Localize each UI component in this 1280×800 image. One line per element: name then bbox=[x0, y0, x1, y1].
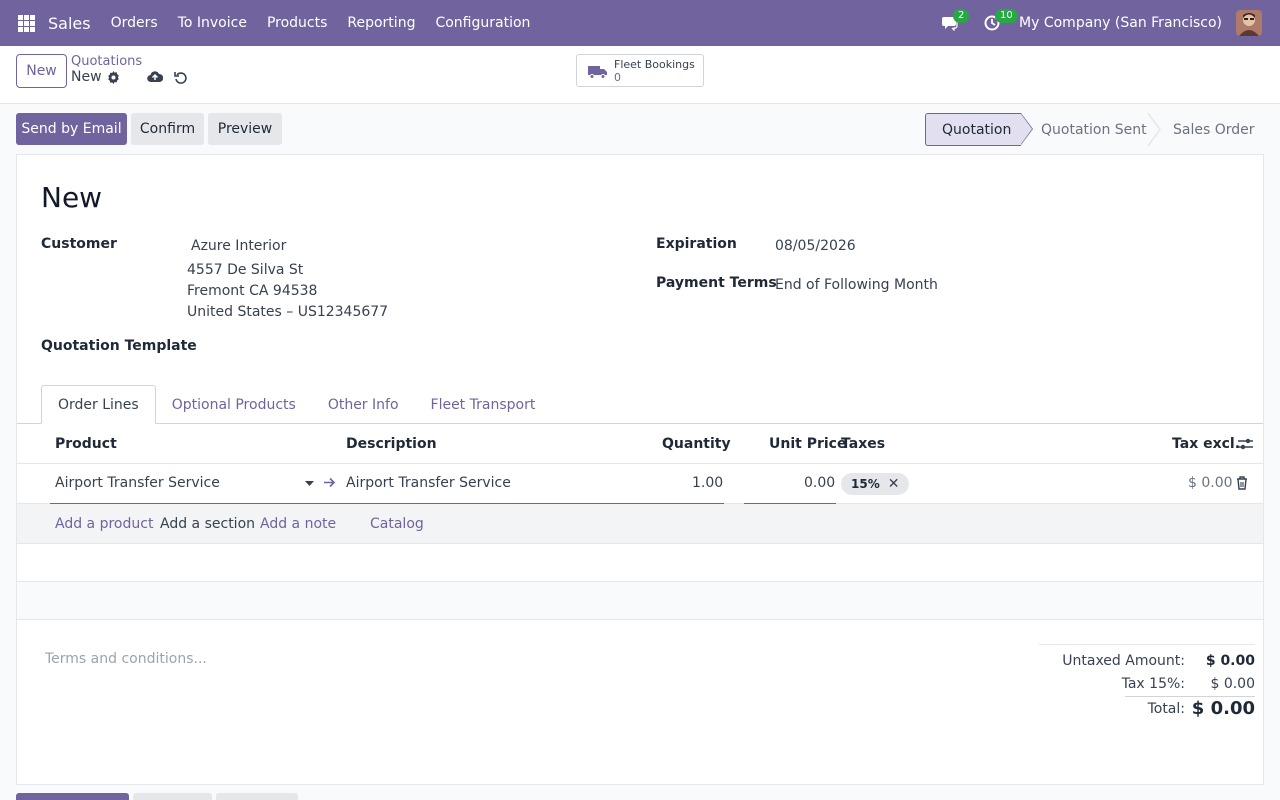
payment-terms-label: Payment Terms bbox=[656, 275, 777, 291]
stage-sales-order[interactable]: Sales Order bbox=[1151, 113, 1267, 146]
menu-item-configuration[interactable]: Configuration bbox=[425, 15, 540, 31]
remove-tax-icon[interactable]: ✕ bbox=[888, 476, 900, 492]
menu-item-orders[interactable]: Orders bbox=[101, 15, 168, 31]
totals-divider bbox=[1125, 696, 1255, 697]
column-tax-excl[interactable]: Tax excl. bbox=[1172, 436, 1240, 452]
fleet-bookings-button[interactable]: Fleet Bookings 0 bbox=[576, 54, 704, 87]
column-quantity[interactable]: Quantity bbox=[662, 436, 731, 452]
row-subtotal: $ 0.00 bbox=[1188, 475, 1233, 491]
trash-icon[interactable] bbox=[1236, 476, 1248, 490]
customer-address-line3: United States – US12345677 bbox=[187, 304, 389, 320]
expiration-field[interactable]: 08/05/2026 bbox=[775, 238, 856, 254]
untaxed-value: $ 0.00 bbox=[1205, 653, 1255, 669]
arrow-right-icon[interactable] bbox=[324, 477, 336, 488]
row-quantity-field[interactable]: 1.00 bbox=[692, 475, 723, 491]
app-name[interactable]: Sales bbox=[48, 14, 91, 33]
empty-row bbox=[17, 582, 1263, 620]
untaxed-label: Untaxed Amount: bbox=[1062, 653, 1185, 669]
messages-badge: 2 bbox=[953, 9, 970, 23]
add-product-link[interactable]: Add a product bbox=[55, 516, 153, 532]
tab-fleet-transport[interactable]: Fleet Transport bbox=[415, 385, 552, 424]
tax-value: $ 0.00 bbox=[1210, 676, 1255, 692]
bottom-secondary-button[interactable] bbox=[133, 793, 212, 800]
stage-quotation[interactable]: Quotation bbox=[925, 113, 1033, 146]
table-row[interactable]: Airport Transfer Service Airport Transfe… bbox=[17, 464, 1263, 504]
activities-button[interactable]: 10 bbox=[977, 0, 1018, 46]
apps-menu-icon[interactable] bbox=[18, 14, 35, 32]
customer-address-line2: Fremont CA 94538 bbox=[187, 283, 318, 299]
optional-columns-icon[interactable] bbox=[1238, 437, 1253, 451]
activities-badge: 10 bbox=[995, 9, 1018, 23]
truck-icon bbox=[588, 64, 608, 84]
tax-tag: 15% ✕ bbox=[841, 473, 910, 495]
empty-row bbox=[17, 544, 1263, 582]
quotation-template-label: Quotation Template bbox=[41, 338, 197, 354]
cloud-save-icon[interactable] bbox=[147, 70, 164, 87]
total-label: Total: bbox=[1147, 701, 1185, 717]
navbar-systray: 2 10 My Company (San Francisco) bbox=[935, 0, 1280, 46]
form-sheet: New Customer Azure Interior 4557 De Silv… bbox=[16, 154, 1264, 785]
top-navbar: Sales Orders To Invoice Products Reporti… bbox=[0, 0, 1280, 46]
totals-summary: Untaxed Amount: $ 0.00 Tax 15%: $ 0.00 T… bbox=[1039, 644, 1255, 719]
customer-field[interactable]: Azure Interior bbox=[191, 238, 286, 254]
record-title: New bbox=[41, 181, 103, 214]
fleet-bookings-label: Fleet Bookings bbox=[614, 58, 695, 71]
add-note-link[interactable]: Add a note bbox=[260, 516, 336, 532]
stage-quotation-sent[interactable]: Quotation Sent bbox=[1021, 113, 1151, 146]
tax-label: Tax 15%: bbox=[1121, 676, 1185, 692]
menu-item-products[interactable]: Products bbox=[257, 15, 337, 31]
bottom-primary-button[interactable] bbox=[16, 793, 129, 800]
main-menu: Orders To Invoice Products Reporting Con… bbox=[101, 15, 541, 31]
undo-icon[interactable] bbox=[174, 71, 188, 89]
bottom-tertiary-button[interactable] bbox=[216, 793, 298, 800]
tab-optional-products[interactable]: Optional Products bbox=[156, 385, 312, 424]
send-by-email-button[interactable]: Send by Email bbox=[16, 113, 127, 145]
customer-address-line1: 4557 De Silva St bbox=[187, 262, 304, 278]
column-description[interactable]: Description bbox=[346, 436, 437, 452]
total-value: $ 0.00 bbox=[1191, 698, 1255, 719]
user-avatar[interactable] bbox=[1236, 10, 1262, 36]
messages-button[interactable]: 2 bbox=[935, 0, 970, 46]
column-unit-price[interactable]: Unit Price bbox=[769, 436, 846, 452]
caret-down-icon[interactable] bbox=[305, 481, 314, 487]
breadcrumb-current: New bbox=[71, 69, 102, 85]
payment-terms-field[interactable]: End of Following Month bbox=[775, 277, 938, 293]
tab-other-info[interactable]: Other Info bbox=[312, 385, 415, 424]
menu-item-to-invoice[interactable]: To Invoice bbox=[168, 15, 257, 31]
customer-label: Customer bbox=[41, 236, 117, 252]
tax-tag-label: 15% bbox=[851, 477, 880, 491]
control-panel: New Quotations New Fleet Bookings 0 bbox=[0, 46, 1280, 104]
terms-input[interactable]: Terms and conditions... bbox=[45, 651, 207, 667]
new-button[interactable]: New bbox=[16, 54, 67, 88]
column-product[interactable]: Product bbox=[55, 436, 117, 452]
gear-icon[interactable] bbox=[107, 71, 120, 88]
add-section-link[interactable]: Add a section bbox=[160, 516, 255, 532]
notebook-tabs: Order Lines Optional Products Other Info… bbox=[41, 385, 551, 424]
catalog-link[interactable]: Catalog bbox=[370, 516, 424, 532]
expiration-label: Expiration bbox=[656, 236, 737, 252]
stage-separator bbox=[1147, 113, 1161, 146]
confirm-button[interactable]: Confirm bbox=[131, 113, 204, 145]
preview-button[interactable]: Preview bbox=[208, 113, 282, 145]
order-lines-header: Product Description Quantity Unit Price … bbox=[17, 424, 1263, 464]
fleet-bookings-count: 0 bbox=[614, 71, 621, 84]
row-unit-price-field[interactable]: 0.00 bbox=[804, 475, 835, 491]
row-product-field[interactable]: Airport Transfer Service bbox=[55, 475, 220, 491]
breadcrumb-quotations[interactable]: Quotations bbox=[71, 54, 142, 69]
menu-item-reporting[interactable]: Reporting bbox=[337, 15, 425, 31]
status-bar: Quotation Quotation Sent Sales Order bbox=[925, 113, 1267, 146]
company-switcher[interactable]: My Company (San Francisco) bbox=[1019, 15, 1222, 31]
row-description-field[interactable]: Airport Transfer Service bbox=[346, 475, 511, 491]
tab-order-lines[interactable]: Order Lines bbox=[41, 385, 156, 424]
column-taxes[interactable]: Taxes bbox=[841, 436, 885, 452]
add-line-row: Add a product Add a section Add a note C… bbox=[17, 504, 1263, 544]
